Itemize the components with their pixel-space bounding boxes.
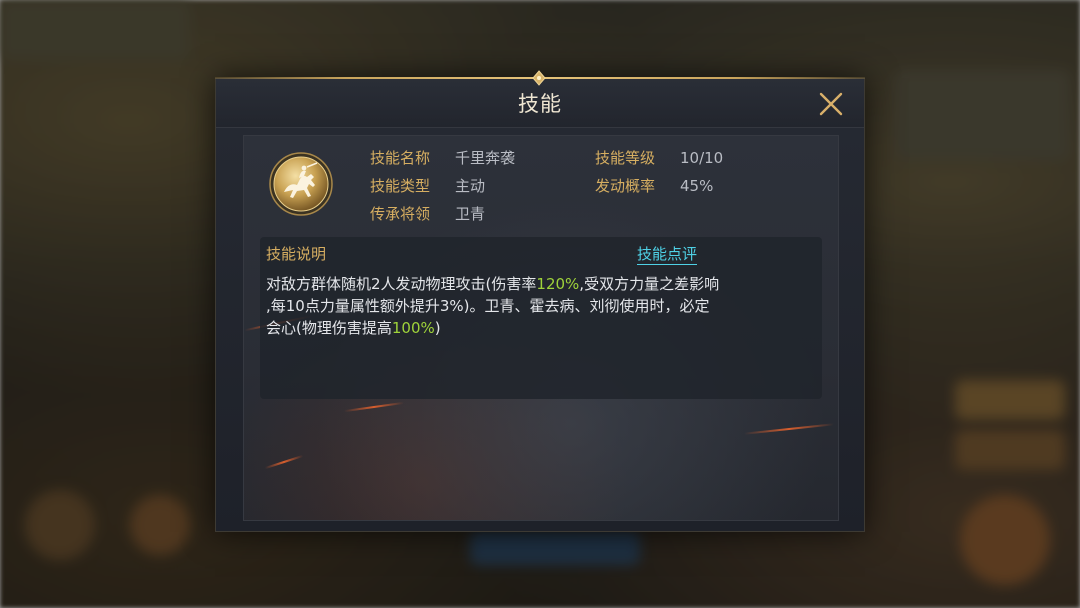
close-icon[interactable]	[816, 89, 846, 119]
description-line3-part-b: )	[434, 319, 441, 337]
crit-bonus-highlight: 100%	[391, 319, 435, 337]
skill-level-label: 技能等级	[595, 149, 656, 167]
inherit-general-value: 卫青	[455, 205, 486, 223]
trigger-chance-label: 发动概率	[595, 177, 656, 195]
description-text: 对敌方群体随机2人发动物理攻击(伤害率120%,受双方力量之差影响 ,每10点力…	[266, 273, 814, 339]
ember-streak	[344, 401, 404, 413]
trigger-chance-value: 45%	[680, 177, 714, 195]
description-line: ,每10点力量属性额外提升3%)。卫青、霍去病、刘彻使用时，必定	[266, 295, 814, 317]
skill-description-box: 技能说明 技能点评 对敌方群体随机2人发动物理攻击(伤害率120%,受双方力量之…	[260, 237, 822, 399]
skill-content-area: 技能名称 千里奔袭 技能等级 10/10 技能类型 主动 发动概率 45% 传承…	[243, 135, 839, 521]
inherit-general-label: 传承将领	[370, 205, 431, 223]
ember-streak	[264, 454, 304, 470]
description-line: 对敌方群体随机2人发动物理攻击(伤害率120%,受双方力量之差影响	[266, 273, 814, 295]
skill-type-label: 技能类型	[370, 177, 431, 195]
description-line1-part-b: ,受双方力量之差影响	[579, 275, 720, 293]
skill-name-value: 千里奔袭	[455, 149, 516, 167]
skill-type-value: 主动	[455, 177, 486, 195]
skill-review-link[interactable]: 技能点评	[637, 244, 698, 265]
skill-name-label: 技能名称	[370, 149, 431, 167]
description-line: 会心(物理伤害提高100%)	[266, 317, 814, 339]
ember-streak	[744, 423, 834, 435]
description-line1-part-a: 对敌方群体随机2人发动物理攻击(伤害率	[266, 275, 537, 293]
skill-level-value: 10/10	[680, 149, 724, 167]
description-line2: ,每10点力量属性额外提升3%)。卫青、霍去病、刘彻使用时，必定	[266, 297, 710, 315]
description-line3-part-a: 会心(物理伤害提高	[266, 319, 392, 337]
horseman-emblem-icon	[269, 152, 333, 216]
damage-rate-highlight: 120%	[536, 275, 580, 293]
description-label: 技能说明	[266, 245, 327, 263]
dialog-title: 技能	[518, 92, 562, 116]
skill-dialog: 技能 技能名称 千里奔袭 技能等级 10/10 技能类型 主动 发动概率 45%…	[215, 70, 865, 532]
